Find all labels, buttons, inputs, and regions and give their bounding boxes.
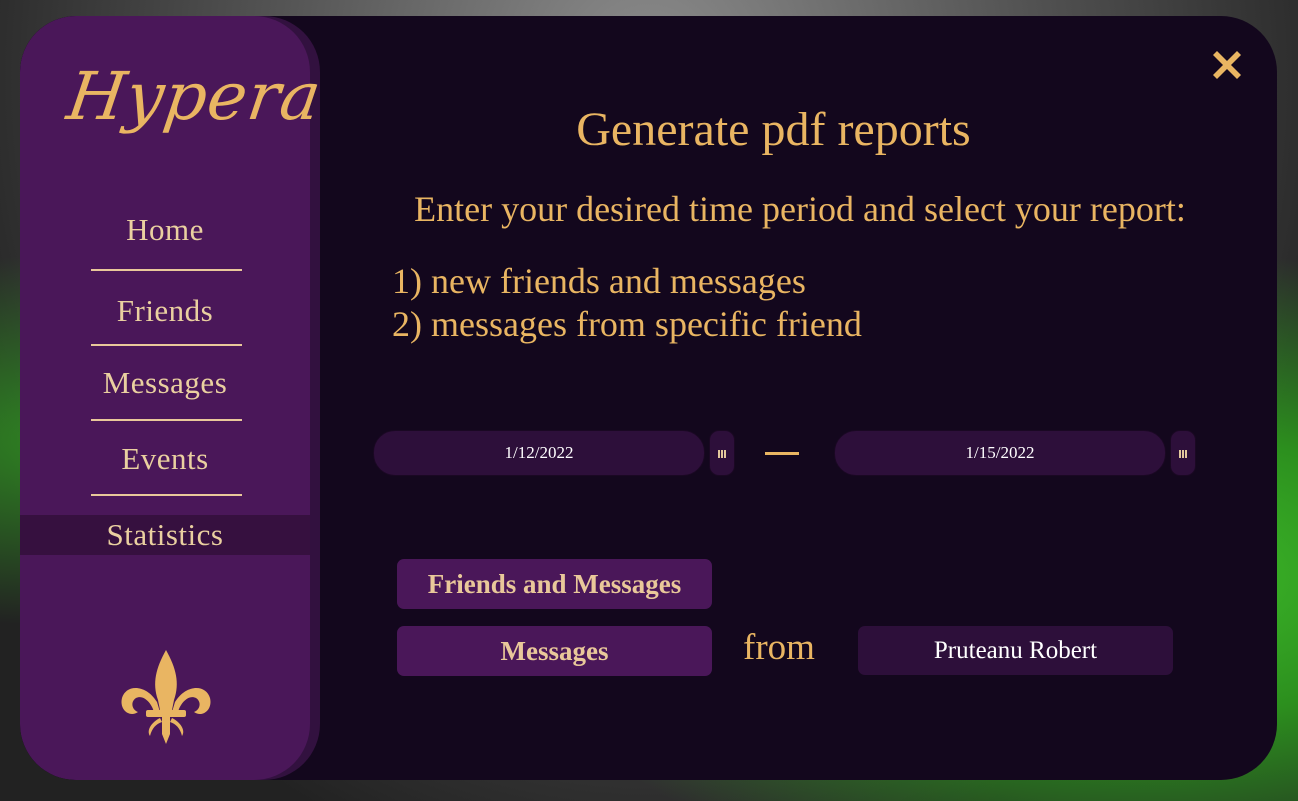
sidebar-item-friends[interactable]: Friends bbox=[20, 293, 310, 329]
fleur-de-lis-icon bbox=[121, 650, 211, 744]
calendar-icon bbox=[1179, 450, 1187, 458]
end-date-picker-button[interactable] bbox=[1170, 430, 1196, 476]
page-title: Generate pdf reports bbox=[576, 103, 971, 156]
calendar-icon bbox=[718, 450, 726, 458]
sidebar-item-home[interactable]: Home bbox=[20, 212, 310, 248]
start-date-picker-button[interactable] bbox=[709, 430, 735, 476]
sidebar-item-events[interactable]: Events bbox=[20, 441, 310, 477]
sidebar-item-statistics[interactable]: Statistics bbox=[20, 515, 310, 555]
from-label: from bbox=[743, 627, 815, 668]
nav-divider bbox=[91, 269, 242, 271]
report-option-2: 2) messages from specific friend bbox=[392, 304, 862, 344]
friends-and-messages-report-button[interactable]: Friends and Messages bbox=[397, 559, 712, 609]
start-date-input[interactable]: 1/12/2022 bbox=[373, 430, 705, 476]
sidebar: Hypera Home Friends Messages Events Stat… bbox=[20, 16, 327, 780]
close-icon[interactable] bbox=[1210, 48, 1244, 82]
friend-select[interactable]: Pruteanu Robert bbox=[858, 626, 1173, 675]
date-range-separator bbox=[765, 452, 799, 455]
page-subtitle: Enter your desired time period and selec… bbox=[414, 189, 1186, 229]
nav-divider bbox=[91, 419, 242, 421]
report-option-1: 1) new friends and messages bbox=[392, 261, 806, 301]
messages-report-button[interactable]: Messages bbox=[397, 626, 712, 676]
end-date-input[interactable]: 1/15/2022 bbox=[834, 430, 1166, 476]
app-logo: Hypera bbox=[62, 58, 327, 135]
nav-divider bbox=[91, 344, 242, 346]
nav-divider bbox=[91, 494, 242, 496]
sidebar-item-messages[interactable]: Messages bbox=[20, 365, 310, 401]
app-window: Hypera Home Friends Messages Events Stat… bbox=[20, 16, 1277, 780]
